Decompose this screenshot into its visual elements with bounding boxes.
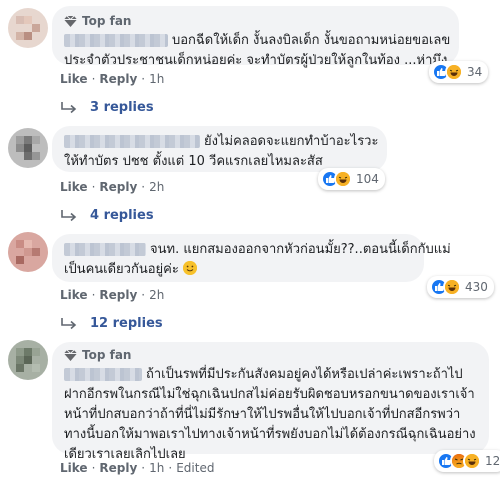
top-fan-label: Top fan — [82, 348, 132, 362]
like-link[interactable]: Like — [60, 288, 88, 302]
replies-count-label: 12 replies — [90, 316, 163, 331]
comment-timestamp[interactable]: 1h — [149, 72, 164, 86]
reaction-count: 104 — [356, 172, 379, 186]
edited-label[interactable]: Edited — [176, 461, 214, 475]
comment-actions: Like · Reply · 1h — [60, 72, 164, 86]
view-replies-button[interactable]: 12 replies — [60, 316, 163, 331]
comment-bubble: จนท. แยกสมองออกจากหัวก่อนมั้ย??..ตอนนี้เ… — [52, 234, 451, 282]
comment-actions: Like · Reply · 1h · Edited — [60, 461, 214, 475]
reply-link[interactable]: Reply — [99, 180, 137, 194]
comment-text-line: หน้าที่ปกสบอกว่าถ้าที่นี่ไม่มีรักษาให้ไป… — [64, 407, 461, 422]
comment-bubble: Top fan บอกฉีดให้เด็ก งั้นลงบิลเด็ก งั้น… — [52, 6, 459, 68]
reply-link[interactable]: Reply — [99, 72, 137, 86]
avatar[interactable] — [8, 232, 48, 272]
haha-reaction-icon — [445, 63, 463, 81]
avatar[interactable] — [8, 128, 48, 168]
comment-actions: Like · Reply · 2h — [60, 288, 164, 302]
separator: · — [141, 72, 146, 86]
smile-emoji-icon — [182, 261, 197, 275]
reaction-summary[interactable]: 104 — [318, 168, 385, 190]
like-link[interactable]: Like — [60, 72, 88, 86]
replies-count-label: 4 replies — [90, 208, 154, 223]
separator: · — [141, 288, 146, 302]
diamond-icon — [64, 15, 77, 27]
comment-timestamp[interactable]: 2h — [149, 180, 164, 194]
comment-text-line: ฝากอีกรพในกรณีไม่ใช่ฉุกเฉินปกสไม่ค่อยรับ… — [64, 387, 475, 402]
top-fan-badge: Top fan — [64, 348, 477, 362]
reaction-summary[interactable]: 34 — [429, 61, 489, 83]
separator: · — [168, 461, 173, 475]
avatar[interactable] — [8, 340, 48, 380]
like-link[interactable]: Like — [60, 461, 88, 475]
diamond-icon — [64, 349, 77, 361]
comment-text-line: จนท. แยกสมองออกจากหัวก่อนมั้ย??..ตอนนี้เ… — [150, 242, 451, 257]
comment-text: บอกฉีดให้เด็ก งั้นลงบิลเด็ก งั้นขอถามหน่… — [64, 31, 451, 51]
separator: · — [91, 180, 96, 194]
comment-text-line: เป็นคนเดียวกันอยู่ค่ะ — [64, 262, 179, 277]
avatar[interactable] — [8, 8, 48, 48]
reply-link[interactable]: Reply — [99, 288, 137, 302]
comment-timestamp[interactable]: 1h — [149, 461, 164, 475]
comment-text-line: ประจำตัวประชาชนเด็กหน่อยค่ะ จะทำบัตรผู้ป… — [64, 53, 448, 68]
comment-text: ถ้าเป็นรพที่มีประกันสังคมอยู่คงได้หรือเป… — [64, 365, 477, 385]
commenter-name-redacted[interactable] — [64, 135, 200, 148]
reaction-count: 12 — [485, 454, 500, 468]
reaction-summary[interactable]: 430 — [427, 276, 494, 298]
top-fan-label: Top fan — [82, 14, 132, 28]
comment-bubble: Top fan ถ้าเป็นรพที่มีประกันสังคมอยู่คงไ… — [52, 342, 489, 462]
reply-arrow-icon — [61, 209, 77, 221]
haha-reaction-icon — [443, 278, 461, 296]
comment-bubble: ยังไม่คลอดจะแยกทำบ้าอะไรวะ ให้ทำบัตร ปชช… — [52, 126, 387, 172]
separator: · — [141, 461, 146, 475]
separator: · — [141, 180, 146, 194]
reply-link[interactable]: Reply — [99, 461, 137, 475]
reaction-count: 430 — [465, 280, 488, 294]
like-link[interactable]: Like — [60, 180, 88, 194]
haha-reaction-icon — [463, 452, 481, 470]
haha-reaction-icon — [334, 170, 352, 188]
commenter-name-redacted[interactable] — [64, 243, 146, 256]
comment-text-line: ทางนี้บอกให้มาพอเราไปทางเจ้าหน้าที่รพยัง… — [64, 427, 476, 442]
comment-text-line: บอกฉีดให้เด็ก งั้นลงบิลเด็ก งั้นขอถามหน่… — [172, 33, 451, 48]
reply-arrow-icon — [61, 317, 77, 329]
comment-text-line: ถ้าเป็นรพที่มีประกันสังคมอยู่คงได้หรือเป… — [146, 367, 463, 382]
reaction-summary[interactable]: 12 — [434, 450, 500, 472]
comment-text-line: ยังไม่คลอดจะแยกทำบ้าอะไรวะ — [204, 134, 379, 149]
comment-actions: Like · Reply · 2h — [60, 180, 164, 194]
replies-count-label: 3 replies — [90, 100, 154, 115]
separator: · — [91, 288, 96, 302]
top-fan-badge: Top fan — [64, 14, 447, 28]
reply-arrow-icon — [61, 101, 77, 113]
comment-text: ยังไม่คลอดจะแยกทำบ้าอะไรวะ — [64, 132, 379, 152]
separator: · — [91, 72, 96, 86]
view-replies-button[interactable]: 4 replies — [60, 208, 154, 223]
commenter-name-redacted[interactable] — [64, 34, 168, 47]
comment-text: จนท. แยกสมองออกจากหัวก่อนมั้ย??..ตอนนี้เ… — [64, 240, 451, 260]
reaction-count: 34 — [467, 65, 483, 79]
comment-timestamp[interactable]: 2h — [149, 288, 164, 302]
view-replies-button[interactable]: 3 replies — [60, 100, 154, 115]
comment-text: เป็นคนเดียวกันอยู่ค่ะ — [64, 260, 412, 280]
separator: · — [91, 461, 96, 475]
commenter-name-redacted[interactable] — [64, 368, 142, 381]
